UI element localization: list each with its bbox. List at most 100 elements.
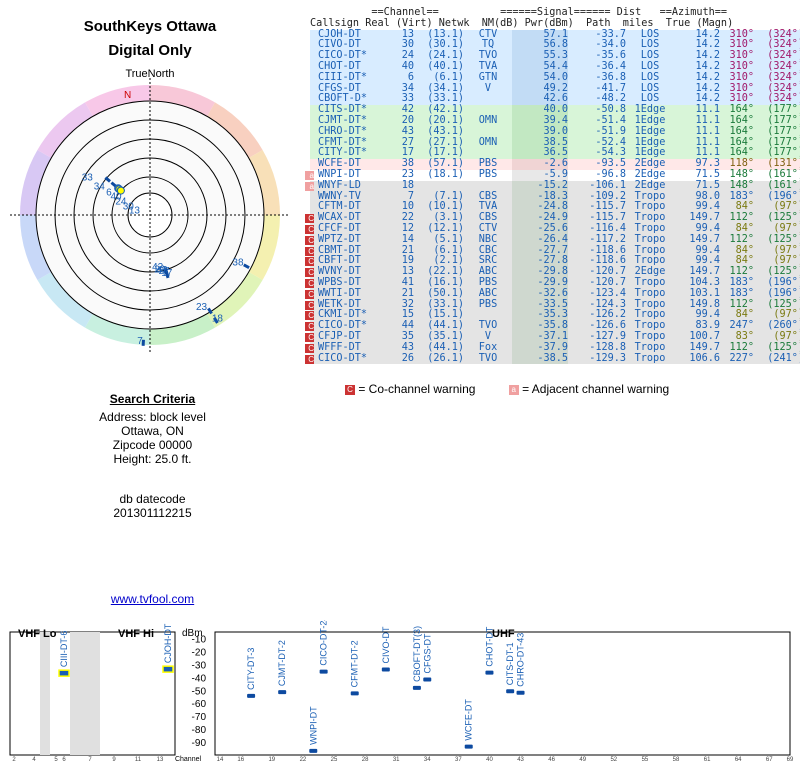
vhf-tick-label: 7	[88, 757, 92, 763]
spectrum-marker	[485, 670, 494, 675]
spectrum-marker	[309, 748, 318, 753]
co-channel-warning-icon: C	[305, 278, 314, 288]
cell-true: 164°	[729, 125, 754, 137]
cell-nm: -38.5	[512, 353, 568, 365]
cell-nm: 39.0	[512, 126, 568, 138]
cell-nm: -15.2	[512, 180, 568, 192]
search-criteria: Search Criteria Address: block level Ott…	[20, 392, 285, 520]
cell-magn: (324°)	[767, 71, 800, 83]
spectrum-label: CBOFT-DT(3)	[412, 626, 422, 682]
y-tick-label: -40	[192, 673, 207, 684]
cell-virt: (5.1)	[433, 233, 464, 245]
polar-station-marker: 18	[212, 313, 224, 324]
cell-nm: -26.4	[512, 234, 568, 246]
polar-station-label: 23	[196, 302, 208, 313]
cell-real: 43	[401, 341, 414, 353]
tvfool-link[interactable]: www.tvfool.com	[0, 592, 305, 606]
spectrum-label: CFMT-DT-2	[350, 640, 360, 687]
vhf-hi-label: VHF Hi	[118, 628, 154, 640]
north-letter: N	[124, 90, 131, 101]
cell-pwr: -51.9	[595, 125, 626, 137]
cell-real: 18	[401, 179, 414, 191]
cell-net: ABC	[478, 287, 498, 299]
polar-station-label: 17	[161, 268, 173, 279]
cell-net: Fox	[478, 341, 498, 353]
cell-pwr: -36.8	[595, 71, 626, 83]
table-header-columns: Callsign Real (Virt) Netwk NM(dB) Pwr(dB…	[310, 17, 734, 29]
co-channel-warning-icon: C	[305, 257, 314, 267]
adjacent-channel-warning-icon: a	[305, 181, 314, 191]
x-axis-label: Channel	[175, 756, 202, 763]
spectrum-label: CJMT-DT-2	[277, 640, 287, 686]
cell-dist: 149.7	[689, 233, 720, 245]
cell-dist: 71.5	[695, 179, 720, 191]
cell-real: 21	[401, 287, 414, 299]
polar-station-dot	[116, 186, 125, 195]
cell-net: V	[484, 82, 492, 94]
polar-station-label: 13	[129, 206, 141, 217]
page-title: SouthKeys Ottawa	[83, 18, 217, 35]
cell-magn: (125°)	[767, 233, 800, 245]
spectrum-station: CICO-DT-24	[319, 620, 329, 674]
uhf-tick-label: 40	[486, 757, 493, 763]
spectrum-station: CITS-DT-1	[505, 642, 515, 694]
co-channel-warning-icon: C	[305, 224, 314, 234]
cell-pwr: -106.1	[589, 179, 626, 191]
co-channel-icon: C	[345, 384, 355, 395]
spectrum-marker	[162, 665, 174, 673]
spectrum-label: WCFE-DT	[464, 699, 474, 741]
table-row: CHRO-DT* 43 (43.1) 39.0 -51.9 1Edge 11.1 164° (1…	[310, 125, 800, 138]
vhf-tick-label: 9	[112, 757, 116, 763]
cell-magn: (125°)	[767, 341, 800, 353]
co-channel-warning-icon: C	[305, 246, 314, 256]
y-tick-label: -20	[192, 647, 207, 658]
spectrum-marker	[412, 685, 421, 690]
uhf-tick-label: 67	[766, 757, 773, 763]
spectrum-station: CITY-DT-3	[246, 648, 256, 698]
table-row: CICO-DT* 26 (26.1) TVO -38.5 -129.3 Tropo 106.6…	[305, 352, 800, 365]
spectrum-label: CFGS-DT	[422, 633, 432, 673]
uhf-tick-label: 46	[548, 757, 555, 763]
vhf-gap-band	[40, 632, 50, 755]
uhf-tick-label: 58	[673, 757, 680, 763]
co-channel-warning-icon: C	[305, 214, 314, 224]
vhf-lo-label: VHF Lo	[18, 628, 57, 640]
db-datecode-label: db datecode	[119, 492, 186, 506]
uhf-tick-label: 49	[579, 757, 586, 763]
cell-call: WWTI-DT	[318, 287, 361, 299]
vhf-gap-band	[70, 632, 100, 755]
spectrum-station: CJMT-DT-2	[277, 640, 287, 695]
co-channel-warning-icon: C	[305, 289, 314, 299]
spectrum-station: CFGS-DT	[422, 633, 432, 682]
cell-virt: (18.1)	[427, 168, 464, 180]
polar-station-label: 38	[232, 257, 244, 268]
uhf-panel	[214, 631, 791, 756]
uhf-tick-label: 16	[237, 757, 244, 763]
cell-virt: (44.1)	[427, 341, 464, 353]
cell-path: 1Edge	[634, 125, 666, 137]
cell-dist: 149.7	[689, 341, 720, 353]
co-channel-warning-icon: C	[305, 322, 314, 332]
spectrum-marker	[464, 744, 473, 749]
spectrum-station: CFMT-DT-2	[350, 640, 360, 696]
cell-virt: (43.1)	[427, 125, 464, 137]
cell-call: CHRO-DT*	[318, 125, 368, 137]
y-tick-label: -50	[192, 686, 207, 697]
spectrum-marker	[423, 677, 432, 682]
co-channel-warning-icon: C	[305, 235, 314, 245]
cell-pwr: -129.3	[589, 352, 626, 364]
cell-pwr: -123.4	[589, 287, 626, 299]
y-tick-label: -80	[192, 725, 207, 736]
polar-station-label: 18	[212, 313, 224, 324]
cell-path: Tropo	[634, 341, 666, 353]
vhf-tick-label: 5	[54, 757, 58, 763]
y-tick-label: -70	[192, 712, 207, 723]
uhf-label: UHF	[492, 628, 515, 640]
spectrum-station: CHRO-DT-43	[516, 633, 526, 695]
spectrum-marker	[516, 690, 525, 695]
spectrum-station: CHOT-DT	[484, 626, 494, 675]
cell-net: GTN	[478, 71, 498, 83]
spectrum-chart: VHF Lo VHF Hi UHFdBm-10-20-30-40-50-60-70-…	[9, 620, 794, 763]
spectrum-label: WNPI-DT	[308, 706, 318, 745]
cell-path: Tropo	[634, 352, 666, 364]
